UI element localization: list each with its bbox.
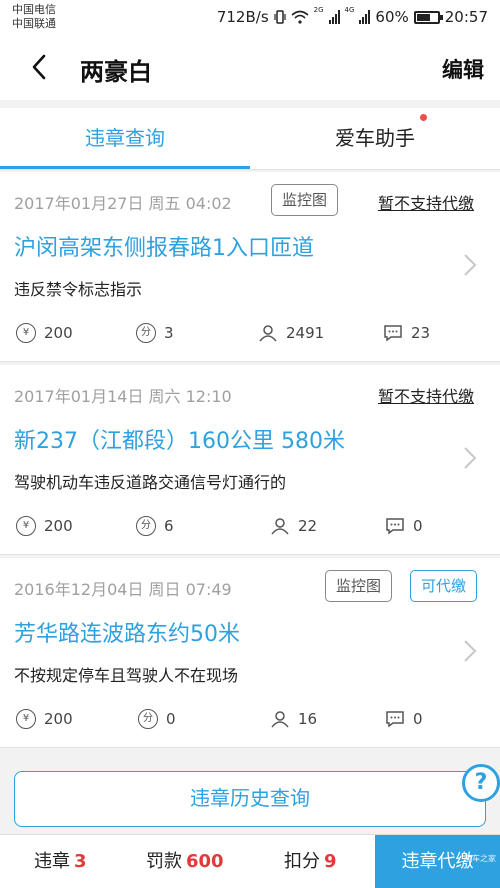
pay-available-button[interactable]: 可代缴	[410, 570, 478, 602]
help-icon[interactable]: ?	[462, 764, 500, 802]
chevron-right-icon	[464, 640, 477, 662]
battery-percent: 60%	[375, 8, 409, 26]
comment-icon	[384, 325, 402, 342]
pay-status[interactable]: 暂不支持代缴	[378, 190, 474, 214]
users-count: 16	[298, 710, 318, 728]
battery-icon	[413, 10, 443, 24]
comments-count: 23	[411, 324, 431, 342]
monitor-image-button[interactable]: 监控图	[271, 184, 339, 216]
chevron-right-icon	[464, 447, 477, 469]
users-count: 2491	[286, 324, 325, 342]
yen-icon: ¥	[16, 323, 36, 343]
bottom-summary-bar: 违章 3 罚款 600 扣分 9 违章代缴 汽车之家	[0, 834, 500, 888]
points-label: 扣分	[284, 851, 320, 872]
points-value: 3	[164, 324, 174, 342]
yen-icon: ¥	[16, 709, 36, 729]
points-stat: 分6	[136, 515, 174, 537]
points-stat: 分3	[136, 322, 174, 344]
fine-amount: 200	[44, 517, 73, 535]
users-stat: 22	[270, 515, 317, 537]
comments-stat: 0	[385, 515, 423, 537]
app-header: 两豪白 编辑	[0, 34, 500, 100]
violation-location: 新237（江都段）160公里 580米	[14, 429, 345, 454]
watermark: 汽车之家	[464, 854, 496, 863]
signal-icon-2	[359, 10, 371, 24]
status-icons: 712B/s 2G 4G 60% 20:57	[217, 6, 488, 28]
points-total: 9	[324, 851, 337, 872]
network-type-2: 4G	[344, 6, 355, 14]
violation-history-button[interactable]: 违章历史查询	[14, 771, 486, 827]
users-stat: 16	[270, 708, 317, 730]
fine-stat: ¥200	[16, 708, 73, 730]
person-icon	[271, 711, 289, 728]
points-icon: 分	[138, 709, 158, 729]
active-tab-indicator	[0, 166, 250, 169]
tab-car-assistant[interactable]: 爱车助手	[250, 108, 500, 170]
violation-description: 违反禁令标志指示	[14, 280, 143, 299]
chevron-right-icon	[464, 254, 477, 276]
points-value: 0	[166, 710, 176, 728]
edit-button[interactable]: 编辑	[442, 54, 484, 84]
clock: 20:57	[444, 8, 488, 26]
users-count: 22	[298, 517, 318, 535]
users-stat: 2491	[258, 322, 324, 344]
fine-stat: ¥200	[16, 322, 73, 344]
back-arrow-icon[interactable]	[26, 52, 54, 82]
network-type-1: 2G	[313, 6, 324, 14]
violation-location: 芳华路连波路东约50米	[14, 622, 240, 647]
fine-amount: 200	[44, 710, 73, 728]
monitor-image-button[interactable]: 监控图	[325, 570, 393, 602]
fine-amount: 200	[44, 324, 73, 342]
pay-status[interactable]: 暂不支持代缴	[378, 383, 474, 407]
points-icon: 分	[136, 323, 156, 343]
violation-date: 2017年01月14日 周六 12:10	[14, 387, 232, 406]
carrier-1: 中国电信	[12, 3, 56, 16]
comments-count: 0	[413, 517, 423, 535]
points-icon: 分	[136, 516, 156, 536]
fine-stat: ¥200	[16, 515, 73, 537]
fine-label: 罚款	[146, 851, 182, 872]
person-icon	[271, 518, 289, 535]
comment-icon	[386, 518, 404, 535]
comment-icon	[386, 711, 404, 728]
fine-summary: 罚款 600	[146, 835, 224, 888]
carrier-info: 中国电信 中国联通	[12, 3, 56, 31]
wifi-icon	[291, 10, 309, 24]
person-icon	[259, 325, 277, 342]
network-speed: 712B/s	[216, 8, 269, 26]
status-bar: 中国电信 中国联通 712B/s 2G 4G 60% 20:57	[0, 0, 500, 34]
violation-card-2[interactable]: 2017年01月14日 周六 12:10 暂不支持代缴 新237（江都段）160…	[0, 365, 500, 555]
yen-icon: ¥	[16, 516, 36, 536]
comments-stat: 23	[383, 322, 430, 344]
comments-count: 0	[413, 710, 423, 728]
violation-description: 不按规定停车且驾驶人不在现场	[14, 666, 239, 685]
points-summary: 扣分 9	[284, 835, 337, 888]
points-value: 6	[164, 517, 174, 535]
tab-violation-query[interactable]: 违章查询	[0, 108, 250, 170]
violations-summary: 违章 3	[34, 835, 87, 888]
pay-violations-button[interactable]: 违章代缴 汽车之家	[375, 835, 500, 888]
violations-label: 违章	[34, 851, 70, 872]
violation-description: 驾驶机动车违反道路交通信号灯通行的	[14, 473, 287, 492]
page-title: 两豪白	[80, 58, 152, 86]
violations-count: 3	[74, 851, 87, 872]
comments-stat: 0	[385, 708, 423, 730]
violation-date: 2017年01月27日 周五 04:02	[14, 194, 232, 213]
fine-total: 600	[186, 851, 224, 872]
violation-date: 2016年12月04日 周日 07:49	[14, 580, 232, 599]
carrier-2: 中国联通	[12, 17, 56, 30]
pay-violations-label: 违章代缴	[401, 851, 474, 872]
violation-card-3[interactable]: 2016年12月04日 周日 07:49 监控图 可代缴 芳华路连波路东约50米…	[0, 558, 500, 748]
signal-icon-1	[328, 10, 340, 24]
vibrate-icon	[274, 10, 286, 24]
notification-dot	[420, 114, 427, 121]
points-stat: 分0	[138, 708, 176, 730]
violation-location: 沪闵高架东侧报春路1入口匝道	[14, 236, 314, 261]
violation-card-1[interactable]: 2017年01月27日 周五 04:02 监控图 暂不支持代缴 沪闵高架东侧报春…	[0, 172, 500, 362]
